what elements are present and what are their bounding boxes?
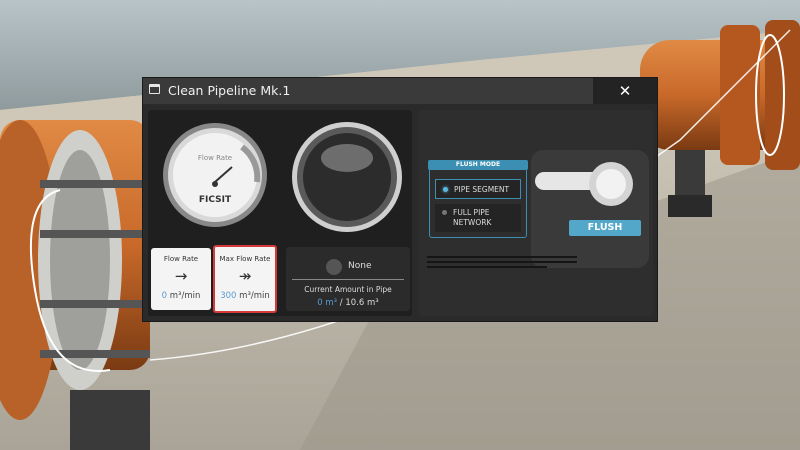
- radio-unselected-icon: [442, 210, 447, 215]
- flush-lever-plate: [531, 150, 649, 268]
- window-icon: [149, 84, 160, 94]
- title-bar: Clean Pipeline Mk.1 ✕: [143, 78, 657, 104]
- flow-panel: Flow Rate FICSIT Flow Rate → 0 m³/min Ma…: [148, 110, 412, 316]
- max-flow-rate-number: 300: [220, 291, 237, 301]
- double-arrow-right-icon: ↠: [238, 267, 252, 285]
- divider: [292, 279, 404, 280]
- fluid-name: None: [348, 261, 372, 271]
- current-amount-value: 0 m³ / 10.6 m³: [286, 298, 410, 308]
- pipeline-window: Clean Pipeline Mk.1 ✕ Flow Rate FICSIT F…: [143, 78, 657, 321]
- radio-selected-icon: [443, 187, 448, 192]
- fluid-icon: [326, 259, 342, 275]
- pipe-segment-label: PIPE SEGMENT: [454, 185, 510, 194]
- status-indicator-light: [292, 122, 402, 232]
- flow-rate-value: 0 m³/min: [151, 291, 211, 301]
- max-flow-rate-unit: m³/min: [236, 291, 270, 301]
- max-flow-rate-card: Max Flow Rate ↠ 300 m³/min: [213, 245, 277, 313]
- flush-mode-full-network[interactable]: FULL PIPE NETWORK: [435, 204, 521, 232]
- gauge-label: Flow Rate: [198, 154, 232, 162]
- pipe-capacity: / 10.6 m³: [337, 298, 379, 308]
- flow-rate-label: Flow Rate: [163, 255, 199, 263]
- window-title: Clean Pipeline Mk.1: [168, 83, 291, 98]
- flush-mode-pipe-segment[interactable]: PIPE SEGMENT: [435, 179, 521, 199]
- flow-rate-gauge: Flow Rate FICSIT: [163, 123, 267, 227]
- close-button[interactable]: ✕: [593, 78, 657, 104]
- full-network-label-line2: NETWORK: [453, 218, 492, 227]
- current-amount-number: 0 m³: [317, 298, 338, 308]
- flush-mode-group: PIPE SEGMENT FULL PIPE NETWORK: [429, 166, 527, 238]
- gauge-brand: FICSIT: [199, 195, 232, 205]
- flow-rate-unit: m³/min: [167, 291, 201, 301]
- arrow-right-icon: →: [174, 267, 188, 285]
- full-network-label-line1: FULL PIPE: [453, 208, 490, 217]
- max-flow-rate-label: Max Flow Rate: [219, 255, 271, 263]
- flush-mode-title: FLUSH MODE: [428, 160, 528, 170]
- flow-rate-card: Flow Rate → 0 m³/min: [151, 248, 211, 310]
- max-flow-rate-value: 300 m³/min: [215, 291, 275, 301]
- flush-button[interactable]: FLUSH: [569, 220, 641, 236]
- decorative-lines: [427, 256, 587, 271]
- current-amount-label: Current Amount in Pipe: [304, 285, 392, 294]
- left-pipe: [0, 120, 150, 450]
- lever-handle-icon[interactable]: [531, 150, 649, 230]
- fluid-info: None Current Amount in Pipe 0 m³ / 10.6 …: [286, 247, 410, 311]
- flush-panel: PIPE SEGMENT FULL PIPE NETWORK FLUSH MOD…: [419, 110, 653, 316]
